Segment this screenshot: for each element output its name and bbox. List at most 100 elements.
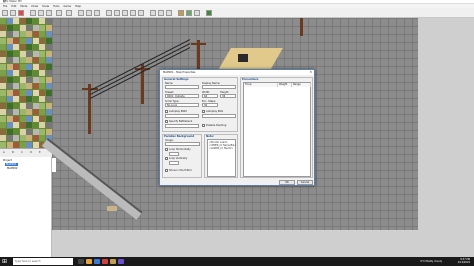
tile-swatch[interactable] [32,141,39,148]
tile-swatch[interactable] [19,44,26,50]
tile-swatch[interactable] [6,89,13,96]
tile-swatch[interactable] [26,115,32,122]
open-project-icon[interactable] [10,10,16,16]
tile-swatch[interactable] [13,63,19,70]
tile-swatch[interactable] [39,57,45,63]
tile-swatch[interactable] [39,83,45,89]
tile-swatch[interactable] [0,24,6,31]
width-field[interactable]: 64 [202,94,218,98]
column-weight[interactable]: Weight [278,83,292,87]
tile-swatch[interactable] [32,135,39,141]
tile-swatch[interactable] [0,115,6,122]
tab-e[interactable]: E [39,151,41,154]
tile-swatch[interactable] [26,63,32,70]
tile-swatch[interactable] [26,24,32,31]
windows-start-icon[interactable]: ⊞ [2,258,10,265]
note-textarea[interactable]: <Stricter Load> <UPPER_LY: Name/file> <L… [207,139,236,177]
tile-swatch[interactable] [39,44,45,50]
loop-horizontally-checkbox[interactable] [165,148,168,151]
tab-d[interactable]: D [30,151,32,154]
plugin-manager-icon[interactable] [186,10,192,16]
tile-swatch[interactable] [26,96,32,102]
tile-swatch[interactable] [39,122,45,128]
ellipse-icon[interactable] [122,10,128,16]
tab-a[interactable]: A [3,151,5,154]
discord-icon[interactable] [118,259,124,264]
tile-swatch[interactable] [26,37,32,44]
tile-swatch[interactable] [45,76,52,83]
tile-swatch[interactable] [45,24,52,31]
tile-swatch[interactable] [6,50,13,57]
tile-swatch[interactable] [32,63,39,70]
tile-swatch[interactable] [19,24,26,31]
tile-swatch[interactable] [39,128,45,135]
scroll-type-select[interactable]: No Loop [165,103,199,107]
tile-swatch[interactable] [32,89,39,96]
ok-button[interactable]: OK [279,180,295,185]
tile-swatch[interactable] [13,37,19,44]
tile-swatch[interactable] [19,50,26,57]
tile-swatch[interactable] [45,57,52,63]
tree-item-map001[interactable]: MAP001 [5,163,18,166]
tile-swatch[interactable] [13,115,19,122]
tile-swatch[interactable] [6,70,13,76]
tile-swatch[interactable] [32,31,39,37]
tile-swatch[interactable] [0,89,6,96]
tile-swatch[interactable] [19,63,26,70]
zoom-actual-icon[interactable] [166,10,172,16]
tile-swatch[interactable] [45,44,52,50]
tile-swatch[interactable] [6,18,13,24]
tile-swatch[interactable] [0,18,6,24]
tile-swatch[interactable] [0,37,6,44]
taskbar-search-input[interactable]: Type here to search [13,258,73,265]
tile-swatch[interactable] [26,141,32,148]
save-project-icon[interactable] [18,10,24,16]
display-name-field[interactable] [202,85,236,89]
tree-item-map002[interactable]: MAP002 [7,167,18,170]
tile-swatch[interactable] [13,50,19,57]
tile-swatch[interactable] [6,63,13,70]
close-icon[interactable]: ✕ [3,0,472,3]
tile-swatch[interactable] [32,122,39,128]
tile-swatch[interactable] [6,83,13,89]
tile-swatch[interactable] [13,24,19,31]
tab-c[interactable]: C [21,151,23,154]
tile-swatch[interactable] [32,24,39,31]
tileset-palette[interactable] [0,18,52,159]
tile-swatch[interactable] [32,70,39,76]
tile-swatch[interactable] [6,141,13,148]
tile-swatch[interactable] [6,31,13,37]
tile-swatch[interactable] [0,63,6,70]
tile-swatch[interactable] [0,128,6,135]
tile-swatch[interactable] [19,109,26,115]
tile-swatch[interactable] [13,57,19,63]
tile-swatch[interactable] [39,70,45,76]
tile-swatch[interactable] [19,135,26,141]
tile-swatch[interactable] [0,96,6,102]
tile-swatch[interactable] [13,18,19,24]
tile-swatch[interactable] [45,96,52,102]
tile-swatch[interactable] [13,89,19,96]
tile-swatch[interactable] [39,37,45,44]
rpg-maker-taskbar-icon[interactable] [110,259,116,264]
playtest-icon[interactable] [206,10,212,16]
tile-swatch[interactable] [39,96,45,102]
tile-swatch[interactable] [45,89,52,96]
tile-swatch[interactable] [32,44,39,50]
tile-swatch[interactable] [32,76,39,83]
tile-swatch[interactable] [13,102,19,109]
event-mode-icon[interactable] [94,10,100,16]
tile-swatch[interactable] [6,57,13,63]
file-explorer-icon[interactable] [86,259,92,264]
tile-swatch[interactable] [32,57,39,63]
tile-swatch[interactable] [26,70,32,76]
tile-swatch[interactable] [26,109,32,115]
battleback-field[interactable] [165,124,199,128]
tile-swatch[interactable] [19,18,26,24]
rectangle-icon[interactable] [114,10,120,16]
tile-swatch[interactable] [32,83,39,89]
tile-swatch[interactable] [0,44,6,50]
tile-swatch[interactable] [13,128,19,135]
tile-swatch[interactable] [39,18,45,24]
tile-swatch[interactable] [45,18,52,24]
